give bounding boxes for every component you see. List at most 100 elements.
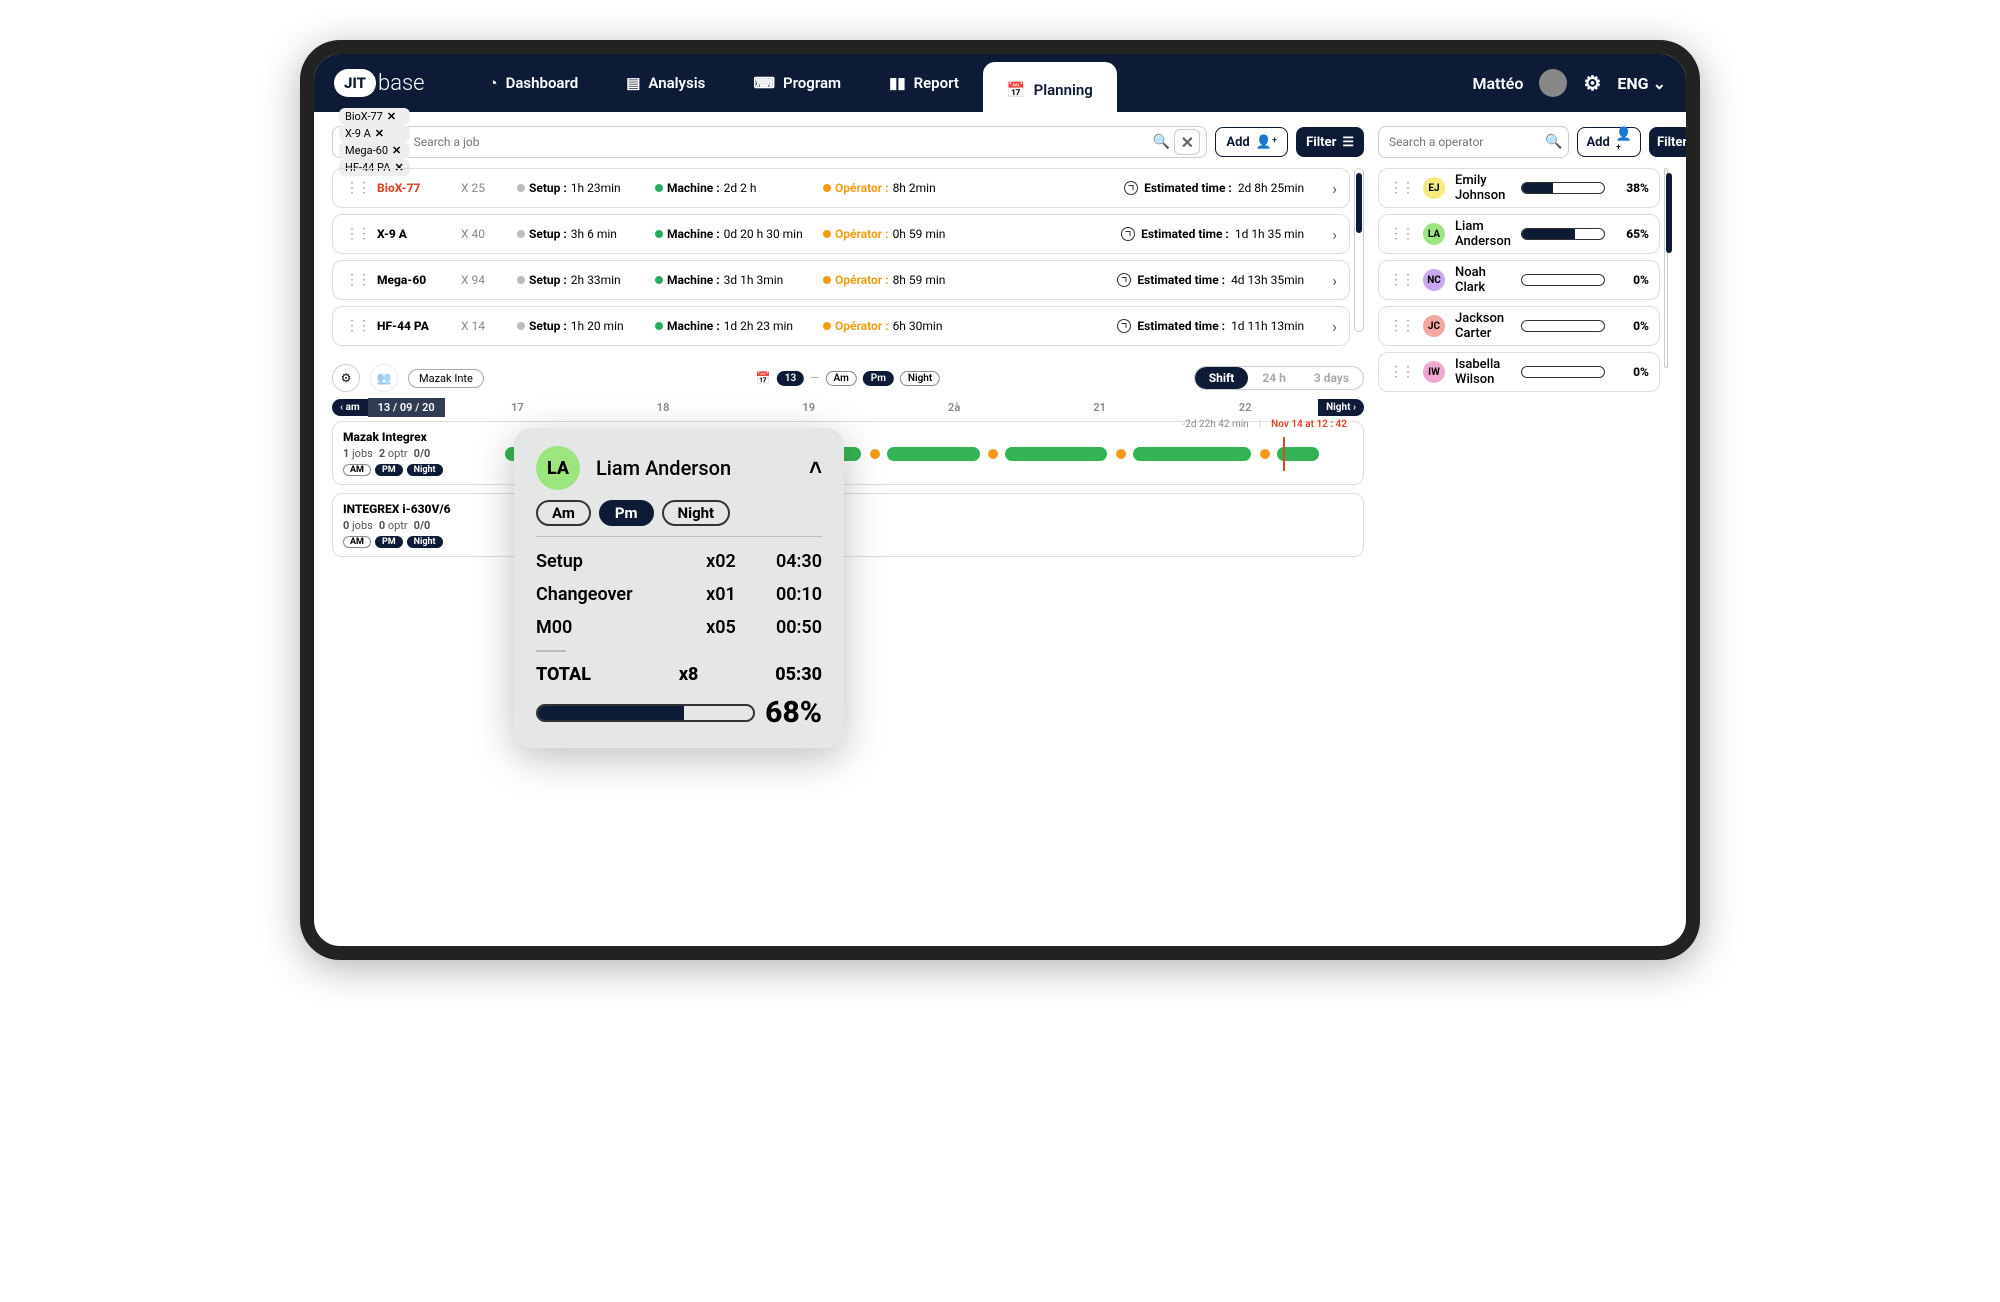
operator-name: Emily Johnson <box>1455 173 1511 203</box>
nav-report[interactable]: ▮▮Report <box>865 54 983 112</box>
operator-name: Isabella Wilson <box>1455 357 1511 387</box>
settings-round-icon[interactable]: ⚙ <box>332 364 360 392</box>
job-row[interactable]: ⋮⋮ BioX-77 X 25 Setup : 1h 23min Machine… <box>332 168 1350 208</box>
shift-am-pill[interactable]: Am <box>826 371 857 386</box>
operator-row[interactable]: ⋮⋮ LA Liam Anderson 65% <box>1378 214 1660 254</box>
machine-row[interactable]: INTEGREX i-630V/6 0 jobs 0 optr 0/0 AMPM… <box>332 493 1364 557</box>
add-job-button[interactable]: Add👤⁺ <box>1215 127 1288 157</box>
operator-name: Liam Anderson <box>1455 219 1511 249</box>
calendar-badge-icon[interactable]: 📅 <box>756 371 771 385</box>
menu-icon: ☰ <box>1342 135 1354 150</box>
view-toggle: Shift 24 h 3 days <box>1194 366 1364 390</box>
drag-handle-icon[interactable]: ⋮⋮ <box>1389 318 1413 334</box>
chip-remove-icon[interactable]: ✕ <box>387 110 396 123</box>
operator-avatar: IW <box>1423 361 1445 383</box>
drag-handle-icon[interactable]: ⋮⋮ <box>345 226 369 242</box>
popup-shift-pm[interactable]: Pm <box>599 500 654 526</box>
machine-pm-pill[interactable]: PM <box>375 536 403 548</box>
chevron-right-icon[interactable]: › <box>1332 225 1337 244</box>
popup-shift-am[interactable]: Am <box>536 500 591 526</box>
job-row[interactable]: ⋮⋮ HF-44 PA X 14 Setup : 1h 20 min Machi… <box>332 306 1350 346</box>
operators-scrollbar[interactable] <box>1664 168 1668 368</box>
machine-am-pill[interactable]: AM <box>343 464 371 476</box>
timestamp: Nov 14 at 12 : 42 <box>1271 419 1347 430</box>
machine-night-pill[interactable]: Night <box>407 464 443 476</box>
utilization-percent: 38% <box>1615 181 1649 195</box>
jobs-scrollbar[interactable] <box>1354 168 1364 332</box>
machine-row[interactable]: Mazak Integrex 1 jobs 2 optr 0/0 AMPMNig… <box>332 421 1364 485</box>
popup-percent: 68% <box>765 695 822 730</box>
people-icon[interactable]: 👥 <box>370 364 398 392</box>
nav-planning[interactable]: 📅Planning <box>983 62 1117 112</box>
job-search-box[interactable]: BioX-77 ✕ X-9 A ✕ Mega-60 ✕ HF-44 PA ✕ 🔍… <box>332 126 1207 158</box>
job-row[interactable]: ⋮⋮ X-9 A X 40 Setup : 3h 6 min Machine :… <box>332 214 1350 254</box>
user-name[interactable]: Mattéo <box>1472 74 1523 93</box>
job-name: HF-44 PA <box>377 319 453 333</box>
clock-icon <box>1117 319 1131 333</box>
clock-icon <box>1121 227 1135 241</box>
nav-program[interactable]: ⌨Program <box>729 54 865 112</box>
job-row[interactable]: ⋮⋮ Mega-60 X 94 Setup : 2h 33min Machine… <box>332 260 1350 300</box>
operator-avatar: EJ <box>1423 177 1445 199</box>
view-24h[interactable]: 24 h <box>1248 367 1299 389</box>
operator-avatar: JC <box>1423 315 1445 337</box>
machine-pm-pill[interactable]: PM <box>375 464 403 476</box>
chevron-right-icon[interactable]: › <box>1332 317 1337 336</box>
operator-row[interactable]: ⋮⋮ JC Jackson Carter 0% <box>1378 306 1660 346</box>
filter-chip[interactable]: BioX-77 ✕ <box>339 108 410 125</box>
shift-pm-pill[interactable]: Pm <box>863 371 894 386</box>
drag-handle-icon[interactable]: ⋮⋮ <box>345 272 369 288</box>
clear-search-button[interactable]: ✕ <box>1174 129 1200 155</box>
view-shift[interactable]: Shift <box>1195 367 1249 389</box>
utilization-percent: 0% <box>1615 319 1649 333</box>
search-icon: 🔍 <box>1545 134 1562 150</box>
drag-handle-icon[interactable]: ⋮⋮ <box>345 180 369 196</box>
batch-size: X 94 <box>461 273 509 287</box>
nav-dashboard[interactable]: ◔Dashboard <box>465 54 603 112</box>
chevron-down-icon: ⌄ <box>1653 74 1666 93</box>
collapse-icon[interactable]: ˄ <box>809 455 822 481</box>
drag-handle-icon[interactable]: ⋮⋮ <box>345 318 369 334</box>
clock-icon <box>1117 273 1131 287</box>
date-display[interactable]: 13 / 09 / 20 <box>368 398 445 417</box>
machine-filter-chip[interactable]: Mazak Inte <box>408 369 484 388</box>
utilization-bar <box>1521 228 1605 240</box>
operator-search-input[interactable] <box>1389 135 1545 149</box>
operator-search-box[interactable]: 🔍 <box>1378 126 1569 158</box>
user-avatar-icon[interactable] <box>1539 69 1567 97</box>
filter-chip[interactable]: X-9 A ✕ <box>339 125 410 142</box>
language-selector[interactable]: ENG ⌄ <box>1617 74 1666 93</box>
utilization-percent: 0% <box>1615 365 1649 379</box>
prev-shift-button[interactable]: ‹ am <box>332 399 368 416</box>
next-shift-button[interactable]: Night › <box>1318 399 1364 416</box>
filter-jobs-button[interactable]: Filter☰ <box>1296 127 1364 157</box>
operator-row[interactable]: ⋮⋮ IW Isabella Wilson 0% <box>1378 352 1660 392</box>
machine-am-pill[interactable]: AM <box>343 536 371 548</box>
add-operator-button[interactable]: Add👤⁺ <box>1577 127 1641 157</box>
drag-handle-icon[interactable]: ⋮⋮ <box>1389 226 1413 242</box>
job-search-input[interactable] <box>414 135 1153 149</box>
view-3days[interactable]: 3 days <box>1300 367 1363 389</box>
filter-chip[interactable]: Mega-60 ✕ <box>339 142 410 159</box>
chip-remove-icon[interactable]: ✕ <box>392 144 401 157</box>
popup-progress-bar <box>536 704 755 722</box>
drag-handle-icon[interactable]: ⋮⋮ <box>1389 364 1413 380</box>
app-header: JITbase ◔Dashboard ▤Analysis ⌨Program ▮▮… <box>314 54 1686 112</box>
popup-shift-night[interactable]: Night <box>662 500 731 526</box>
operator-avatar: NC <box>1423 269 1445 291</box>
operator-row[interactable]: ⋮⋮ EJ Emily Johnson 38% <box>1378 168 1660 208</box>
operator-row[interactable]: ⋮⋮ NC Noah Clark 0% <box>1378 260 1660 300</box>
settings-icon[interactable]: ⚙ <box>1583 71 1601 95</box>
chevron-right-icon[interactable]: › <box>1332 271 1337 290</box>
drag-handle-icon[interactable]: ⋮⋮ <box>1389 180 1413 196</box>
machine-night-pill[interactable]: Night <box>407 536 443 548</box>
job-name: BioX-77 <box>377 181 453 195</box>
shift-night-pill[interactable]: Night <box>900 371 940 386</box>
drag-handle-icon[interactable]: ⋮⋮ <box>1389 272 1413 288</box>
chip-remove-icon[interactable]: ✕ <box>375 127 384 140</box>
popup-breakdown-table: Setupx0204:30 Changeoverx0100:10 M00x050… <box>536 545 822 644</box>
nav-analysis[interactable]: ▤Analysis <box>602 54 729 112</box>
chevron-right-icon[interactable]: › <box>1332 179 1337 198</box>
filter-operators-button[interactable]: Filter☰ <box>1649 127 1700 157</box>
person-plus-icon: 👤⁺ <box>1616 127 1632 157</box>
